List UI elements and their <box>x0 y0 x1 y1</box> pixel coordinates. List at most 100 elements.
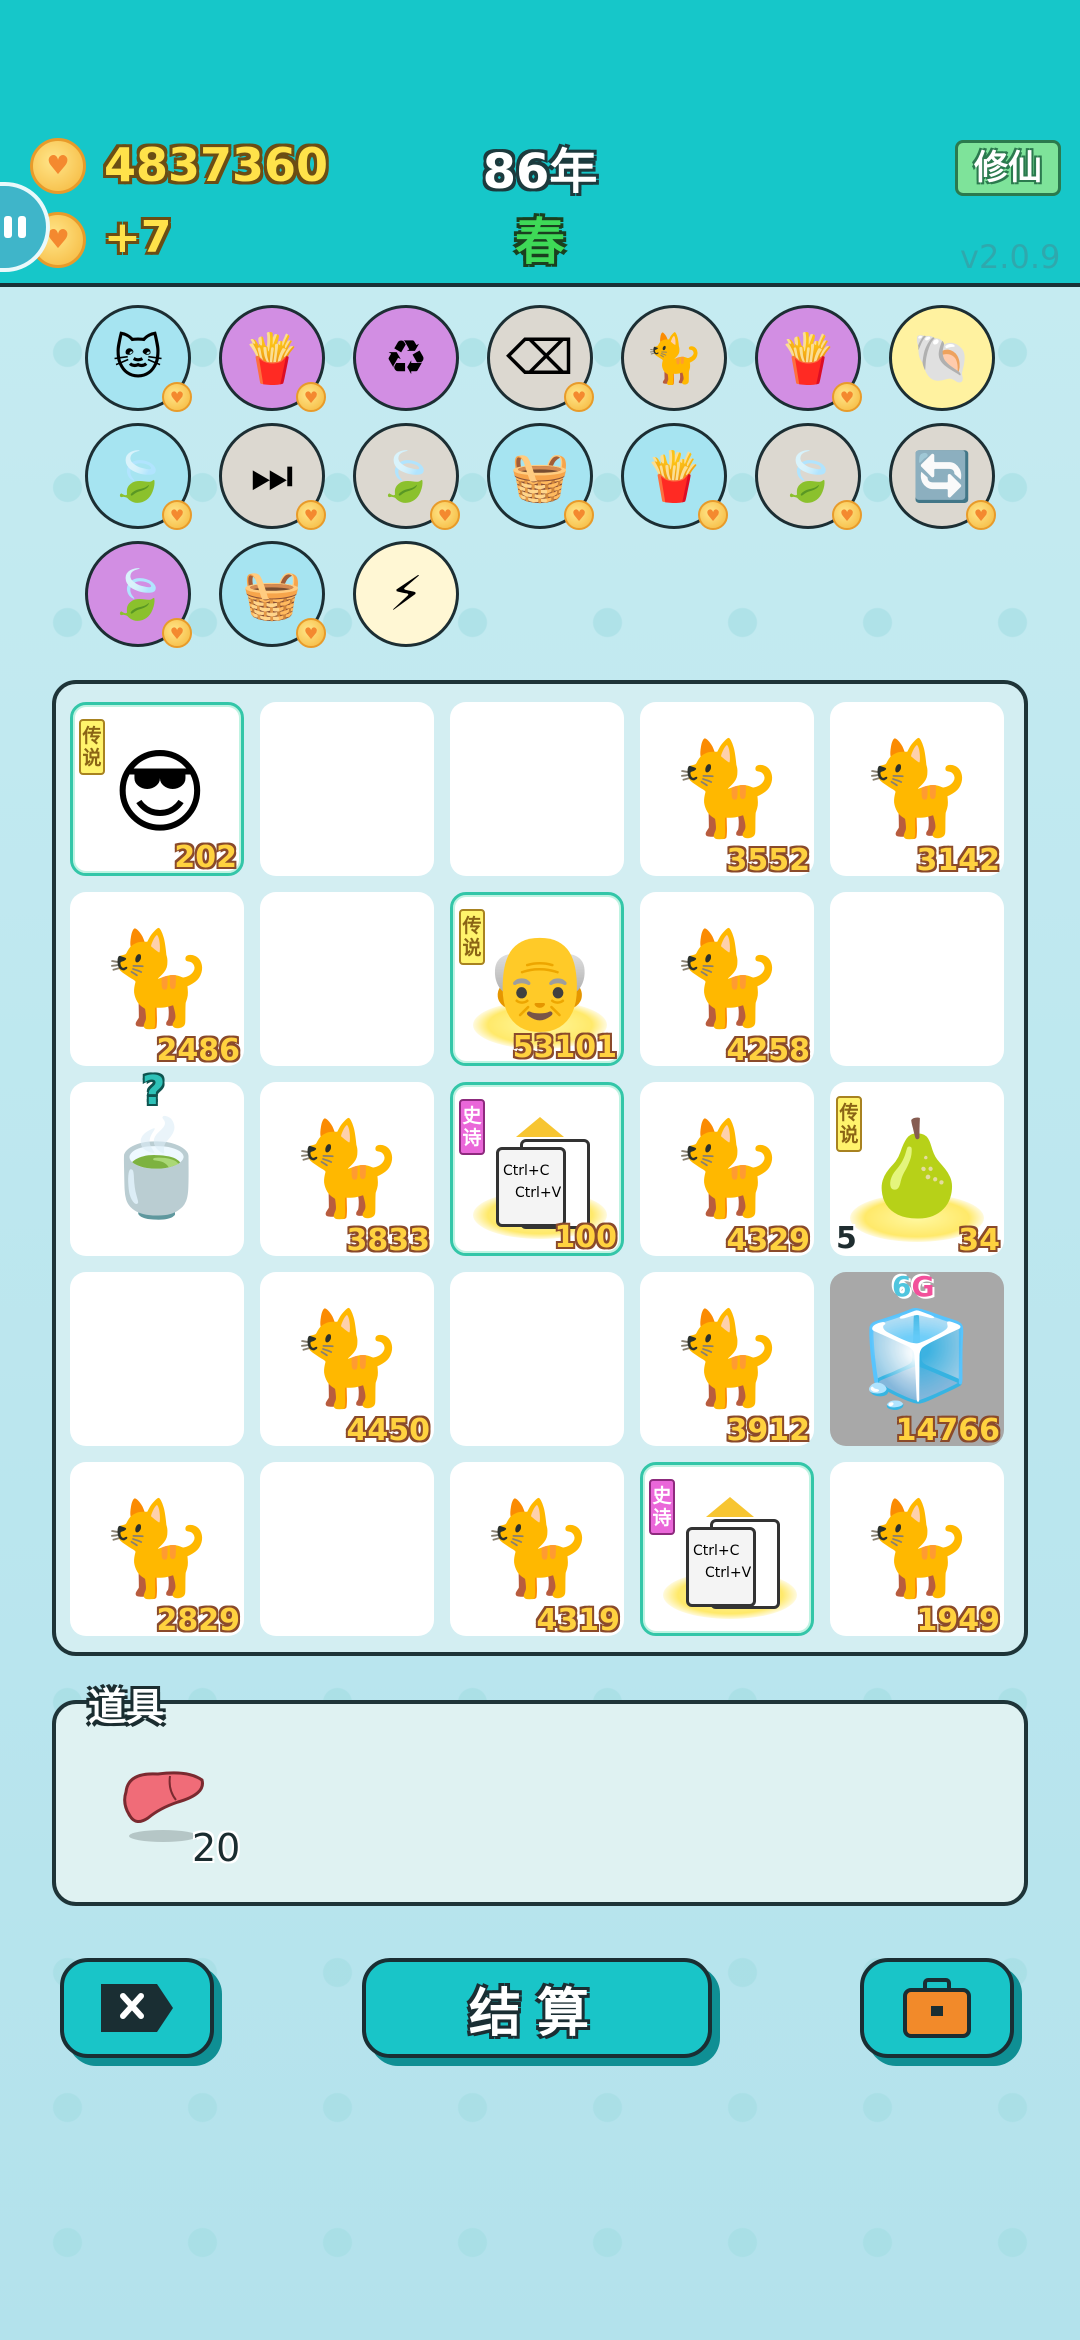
coin-badge-icon: ♥ <box>162 382 192 412</box>
board-cell-empty[interactable] <box>830 892 1004 1066</box>
rarity-tag: 传说 <box>459 909 485 965</box>
board-cell[interactable]: Ctrl+C Ctrl+V 史诗 100 <box>450 1082 624 1256</box>
board-cell-empty[interactable] <box>260 892 434 1066</box>
crowned-elder-icon-glyph: 👴 <box>482 928 598 1035</box>
skill-slot-9[interactable]: ⏭ ♥ <box>219 423 326 530</box>
cat-icon-glyph: 🐈 <box>669 925 785 1032</box>
board-cell[interactable]: 🐈 4258 <box>640 892 814 1068</box>
board-cell[interactable]: 🐈 1949 <box>830 1462 1004 1638</box>
board-cell[interactable]: 🐈 3912 <box>640 1272 814 1448</box>
leaf-icon: 🍃 <box>376 448 436 505</box>
skill-slot-17[interactable]: ⚡ <box>353 541 459 647</box>
crown-icon <box>516 1117 564 1137</box>
coin-badge-icon: ♥ <box>832 500 862 530</box>
crowned-pear-icon-glyph: 🍐 <box>859 1115 975 1222</box>
fries-icon: 🍟 <box>644 448 704 505</box>
network-badge: 6G <box>892 1270 934 1303</box>
skill-slot-7[interactable]: 🐚 <box>889 305 995 411</box>
skill-slot-11[interactable]: 🧺 ♥ <box>487 423 594 530</box>
item-value: 100 <box>554 1220 617 1255</box>
cultivate-button[interactable]: 修仙 <box>955 140 1061 196</box>
leaf-icon: 🍃 <box>108 566 168 623</box>
shell-icon: 🐚 <box>912 330 972 387</box>
cat-icon-glyph: 🐈 <box>669 1305 785 1412</box>
cat-skill-icon: 🐱 <box>112 330 164 386</box>
board-cell-empty[interactable] <box>70 1272 244 1446</box>
coin-badge-icon: ♥ <box>564 382 594 412</box>
board-cell[interactable]: 👴 传说 53101 <box>450 892 624 1066</box>
pause-icon <box>4 216 12 238</box>
cat-icon-glyph: 🐈 <box>859 735 975 842</box>
board-cell[interactable]: 🐈 2829 <box>70 1462 244 1638</box>
fridge-icon-glyph: 🧊 <box>859 1305 975 1412</box>
game-board: 😎 传说 202 🐈 3552 🐈 3142 🐈 2486 👴 传说 53101 🐈 4258 🍵? 🐈 383… <box>52 680 1028 1656</box>
version-label: v2.0.9 <box>960 238 1061 276</box>
pause-icon-bar <box>18 216 26 238</box>
props-panel <box>52 1700 1028 1906</box>
coin-icon: ♥ <box>30 138 86 194</box>
unknown-marker: ? <box>142 1068 166 1114</box>
paste-text: Ctrl+V <box>515 1185 562 1201</box>
skill-slot-12[interactable]: 🍟 ♥ <box>621 423 728 530</box>
skill-slot-10[interactable]: 🍃 ♥ <box>353 423 460 530</box>
bag-button[interactable] <box>860 1958 1014 2058</box>
network-badge-letter: G <box>911 1270 935 1303</box>
skill-slot-14[interactable]: 🔄 ♥ <box>889 423 996 530</box>
board-cell[interactable]: 🍐 传说 5 34 <box>830 1082 1004 1258</box>
board-cell[interactable]: 🐈 3142 <box>830 702 1004 878</box>
board-cell[interactable]: 🐈 4450 <box>260 1272 434 1448</box>
fruit-basket-icon: 🧺 <box>242 566 302 623</box>
item-value: 202 <box>174 840 237 875</box>
board-cell-empty[interactable] <box>450 1272 624 1446</box>
cat-icon-glyph: 🐈 <box>669 1115 785 1222</box>
coin-badge-icon: ♥ <box>698 500 728 530</box>
refresh-icon: 🔄 <box>912 448 972 505</box>
board-cell[interactable]: 🍵? <box>70 1068 244 1256</box>
skill-slot-3[interactable]: ♻ <box>353 305 459 411</box>
item-value: 1949 <box>916 1603 1001 1638</box>
board-cell[interactable]: 😎 传说 202 <box>70 702 244 876</box>
skill-slot-5[interactable]: 🐈 <box>621 305 727 411</box>
board-cell[interactable]: 🐈 3833 <box>260 1082 434 1258</box>
board-cell[interactable]: 🧊 6G 14766 <box>830 1270 1004 1448</box>
settle-label: 结算 <box>468 1983 605 2044</box>
cat-icon-glyph: 🐈 <box>99 925 215 1032</box>
cat-icon-glyph: 🐈 <box>859 1495 975 1602</box>
board-cell-empty[interactable] <box>260 1462 434 1636</box>
board-cell[interactable]: 🐈 4329 <box>640 1082 814 1258</box>
delete-button[interactable] <box>60 1958 214 2058</box>
skill-slot-15[interactable]: 🍃 ♥ <box>85 541 192 648</box>
board-cell[interactable]: 🐈 2486 <box>70 892 244 1068</box>
item-value: 3552 <box>726 843 811 878</box>
delete-tag-icon <box>101 1984 173 2032</box>
skill-slot-16[interactable]: 🧺 ♥ <box>219 541 326 648</box>
coin-badge-icon: ♥ <box>430 500 460 530</box>
lightning-icon: ⚡ <box>389 566 423 622</box>
settle-button[interactable]: 结算 <box>362 1958 712 2058</box>
item-level: 5 <box>836 1221 857 1256</box>
board-cell[interactable]: 🐈 4319 <box>450 1462 624 1638</box>
props-title: 道具 <box>88 1685 165 1729</box>
skill-slot-6[interactable]: 🍟 ♥ <box>755 305 862 412</box>
item-value: 3912 <box>726 1413 811 1448</box>
board-cell-empty[interactable] <box>450 702 624 876</box>
item-value: 14766 <box>895 1413 1000 1448</box>
item-value: 2829 <box>156 1603 241 1638</box>
skill-slot-4[interactable]: ⌫ ♥ <box>487 305 594 412</box>
cat-icon-glyph: 🐈 <box>289 1305 405 1412</box>
skill-slot-2[interactable]: 🍟 ♥ <box>219 305 326 412</box>
coin-balance: 4837360 <box>104 138 329 192</box>
liver-icon[interactable] <box>118 1764 208 1842</box>
item-value: 53101 <box>512 1030 617 1065</box>
skill-slot-1[interactable]: 🐱 ♥ <box>85 305 192 412</box>
board-cell[interactable]: Ctrl+C Ctrl+V 史诗 <box>640 1462 814 1636</box>
board-cell-empty[interactable] <box>260 702 434 876</box>
props-item-count: 20 <box>192 1826 241 1870</box>
item-value: 34 <box>958 1223 1000 1258</box>
board-cell[interactable]: 🐈 3552 <box>640 702 814 878</box>
skill-slot-13[interactable]: 🍃 ♥ <box>755 423 862 530</box>
skill-slot-8[interactable]: 🍃 ♥ <box>85 423 192 530</box>
top-bar: ♥ 4837360 ♥ +7 86年 春 修仙 v2.0.9 <box>0 0 1080 287</box>
delete-tag-icon: ⌫ <box>506 330 574 386</box>
cat-icon-glyph: 🐈 <box>289 1115 405 1222</box>
